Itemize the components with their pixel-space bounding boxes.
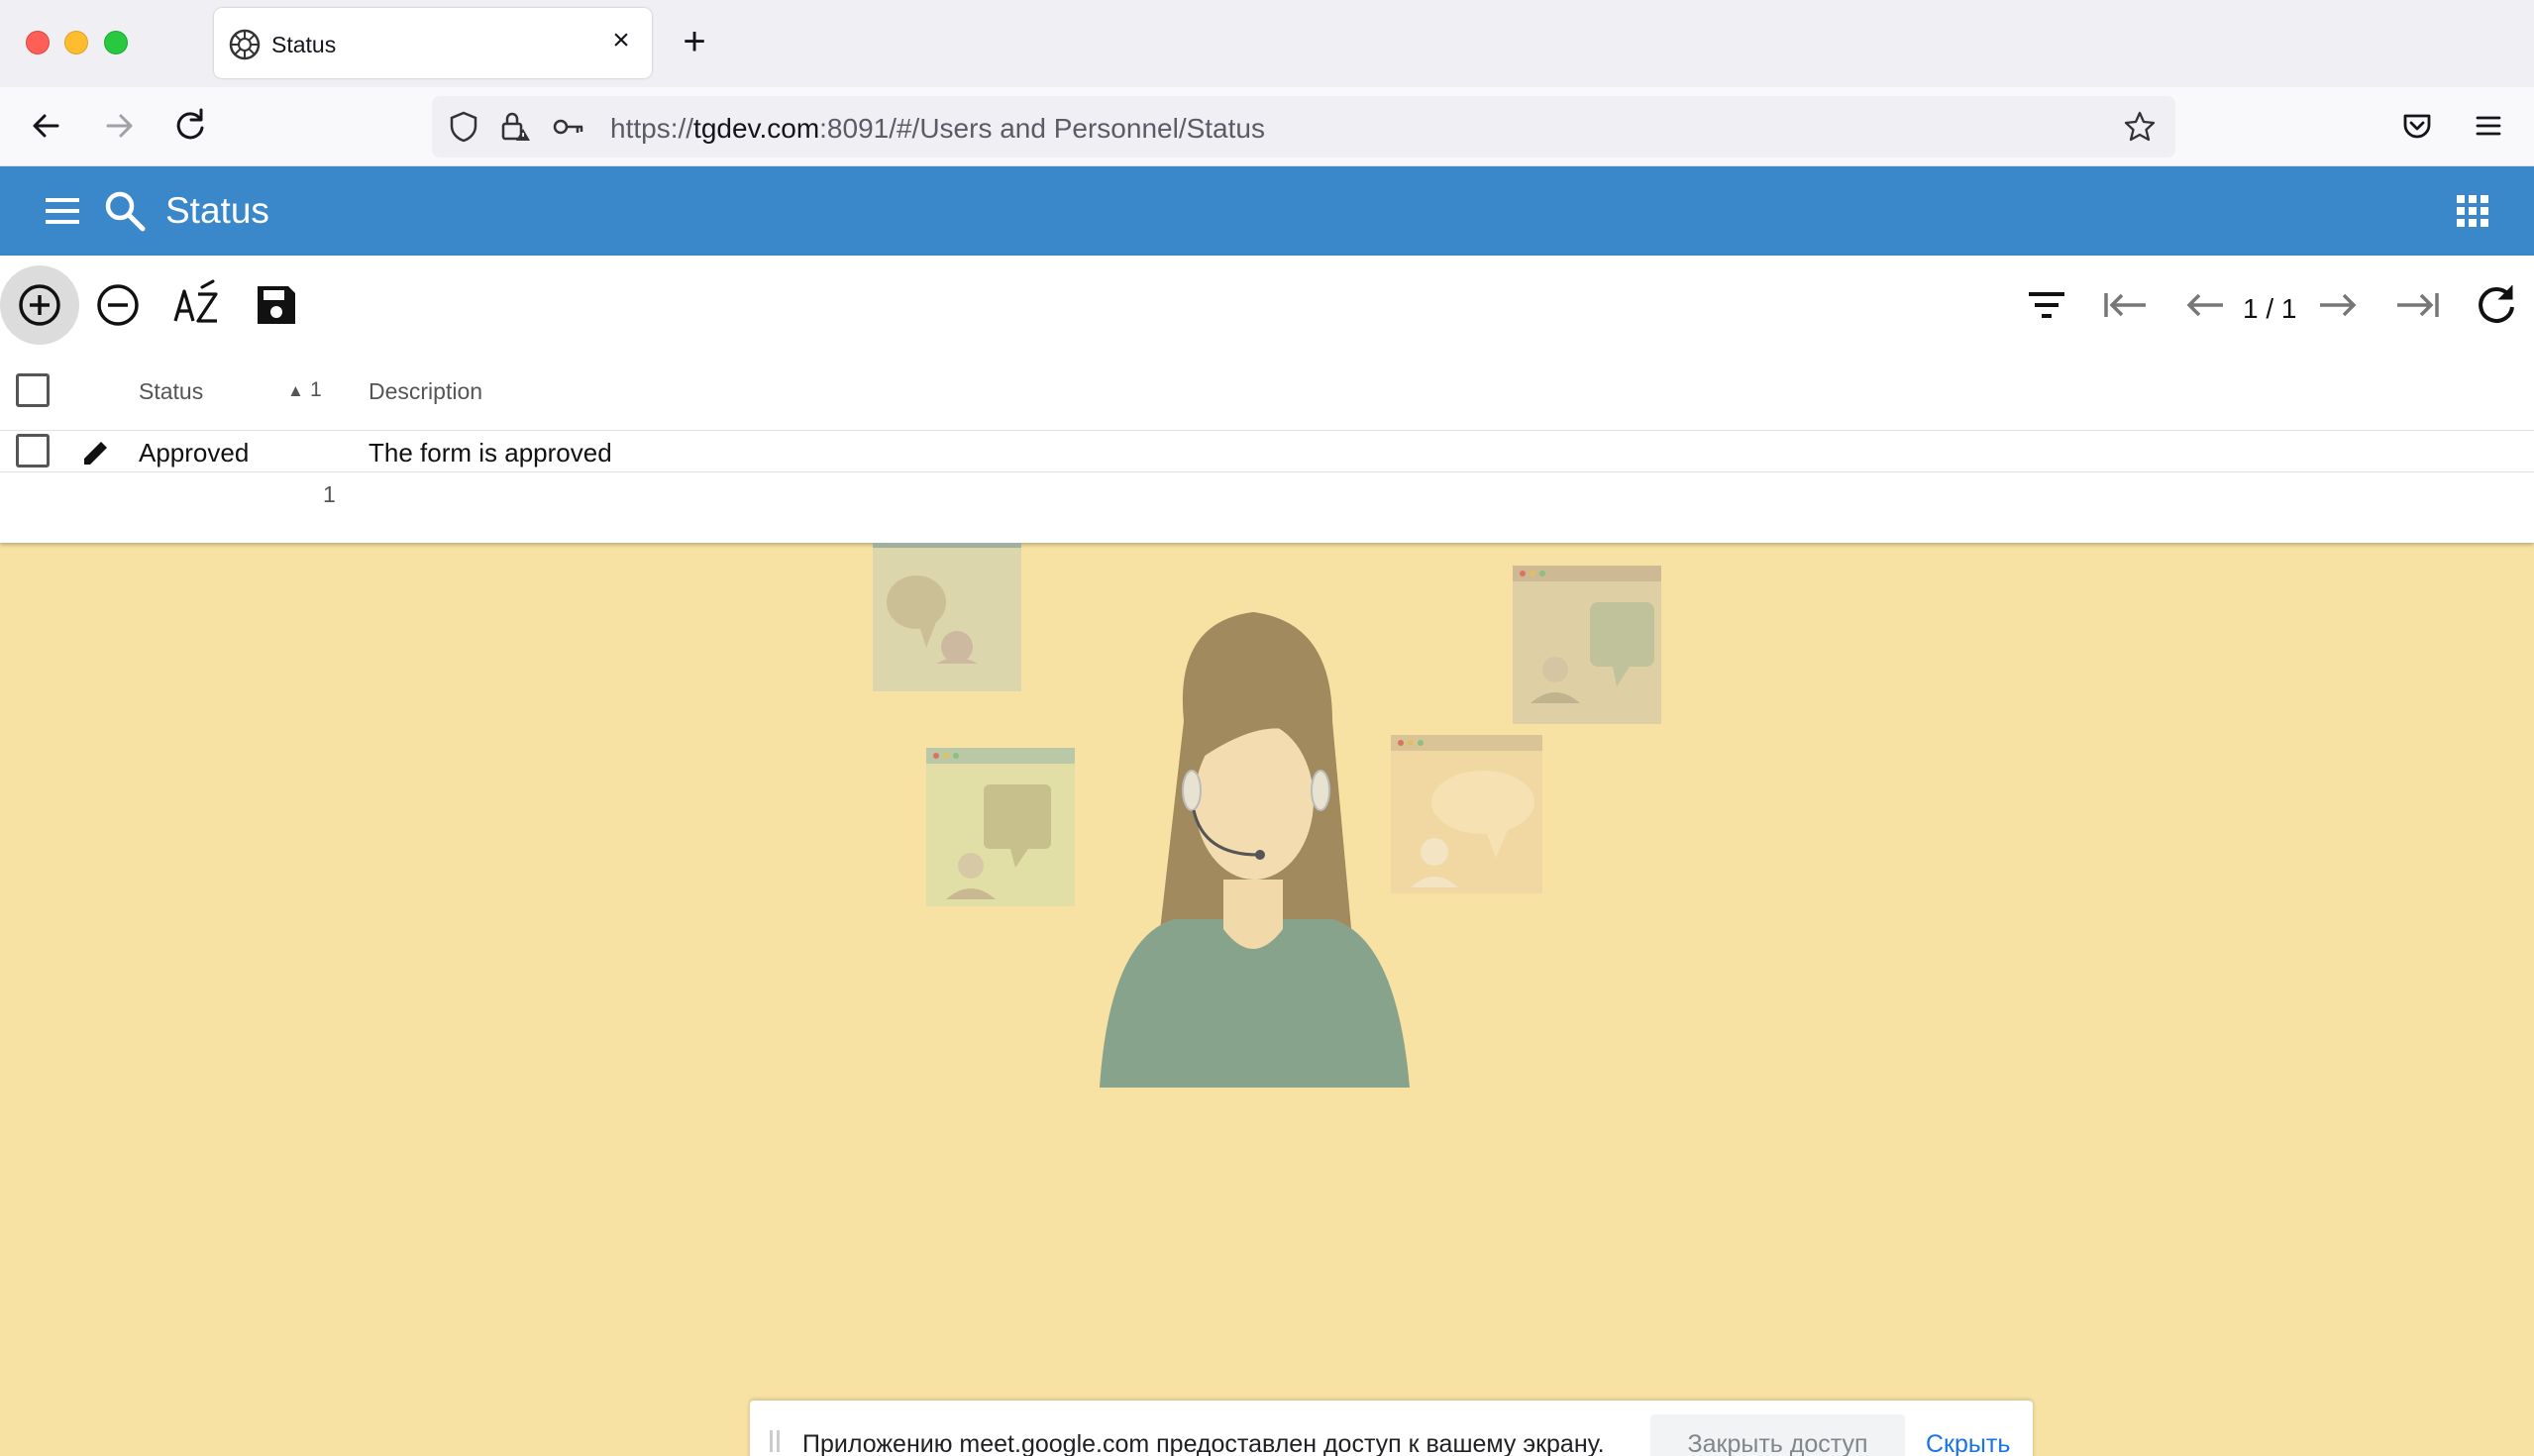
next-page-icon [2320,293,2357,317]
filter-button[interactable] [2019,277,2074,333]
header-divider [0,430,2534,431]
star-icon[interactable] [2122,109,2158,145]
filter-icon [2029,292,2064,318]
refresh-icon [2479,285,2514,323]
refresh-button[interactable] [2469,277,2524,333]
url-text: https://tgdev.com:8091/#/Users and Perso… [610,113,1265,145]
next-page-button[interactable] [2310,277,2366,333]
select-all-checkbox[interactable] [16,373,50,407]
column-header-status[interactable]: Status [139,378,203,405]
globe-favicon-icon [228,28,262,61]
key-icon[interactable] [551,109,586,145]
sort-button[interactable] [169,277,225,333]
chat-window-card-2 [926,748,1075,906]
browser-navbar: https://tgdev.com:8091/#/Users and Perso… [0,87,2534,166]
sort-asc-icon: ▲ [287,381,304,400]
sort-order-number: 1 [310,378,322,401]
search-icon[interactable] [102,188,148,234]
row-description-cell[interactable]: The form is approved [369,438,612,468]
pocket-icon[interactable] [2392,101,2442,151]
hide-banner-button[interactable]: Скрыть [1926,1430,2010,1456]
url-bar[interactable]: https://tgdev.com:8091/#/Users and Perso… [432,96,2175,157]
first-page-button[interactable] [2098,277,2154,333]
forward-icon[interactable] [94,101,144,151]
grid-panel: 1 / 1 Status ▲ 1 Description Approved Th… [0,256,2534,543]
chat-window-card-3 [1513,566,1661,724]
drag-handle-icon[interactable] [770,1430,780,1452]
row-divider [0,471,2534,472]
chat-window-card-4 [1391,735,1542,893]
window-close-button[interactable] [26,31,50,54]
url-path: :8091/#/Users and Personnel/Status [819,113,1265,144]
chat-window-card-1 [873,543,1021,691]
add-circle-icon [19,284,60,326]
back-icon[interactable] [22,101,71,151]
url-scheme: https:// [610,113,694,144]
column-header-description[interactable]: Description [369,378,482,405]
agent-figure [1100,612,1410,1088]
shield-icon[interactable] [446,109,481,145]
delete-record-button[interactable] [90,277,146,333]
sort-az-icon [173,279,218,323]
save-button[interactable] [249,277,304,333]
browser-tabstrip: Status × + [0,0,2534,87]
remove-circle-icon [97,284,139,326]
footer-record-count: 1 [323,481,336,507]
new-tab-button[interactable]: + [676,22,713,61]
stop-sharing-button[interactable]: Закрыть доступ [1650,1414,1905,1456]
app-header: Status [0,166,2534,256]
add-record-button[interactable] [0,265,79,345]
prev-page-icon [2186,293,2223,317]
apps-grid-icon[interactable] [2450,188,2495,234]
window-minimize-button[interactable] [64,31,88,54]
row-checkbox[interactable] [16,434,50,468]
row-status-cell[interactable]: Approved [139,438,249,468]
browser-tab-status[interactable]: Status × [214,8,652,78]
reload-icon[interactable] [165,101,215,151]
url-host: tgdev.com [693,113,820,144]
page-title: Status [165,190,269,231]
last-page-button[interactable] [2389,277,2445,333]
save-icon [258,286,295,324]
first-page-icon [2104,293,2146,317]
support-agent-illustration [0,543,2534,1456]
tab-title: Status [271,32,337,57]
window-zoom-button[interactable] [104,31,128,54]
edit-pencil-icon[interactable] [79,436,113,469]
menu-icon[interactable] [2464,101,2513,151]
pager-text: 1 / 1 [2243,293,2297,324]
screen-share-banner: Приложению meet.google.com предоставлен … [750,1401,2033,1456]
screen-share-message: Приложению meet.google.com предоставлен … [802,1430,1605,1456]
close-icon[interactable]: × [606,26,636,55]
last-page-icon [2397,293,2439,317]
hamburger-icon[interactable] [40,188,85,234]
prev-page-button[interactable] [2177,277,2233,333]
lock-warning-icon[interactable] [497,109,533,145]
